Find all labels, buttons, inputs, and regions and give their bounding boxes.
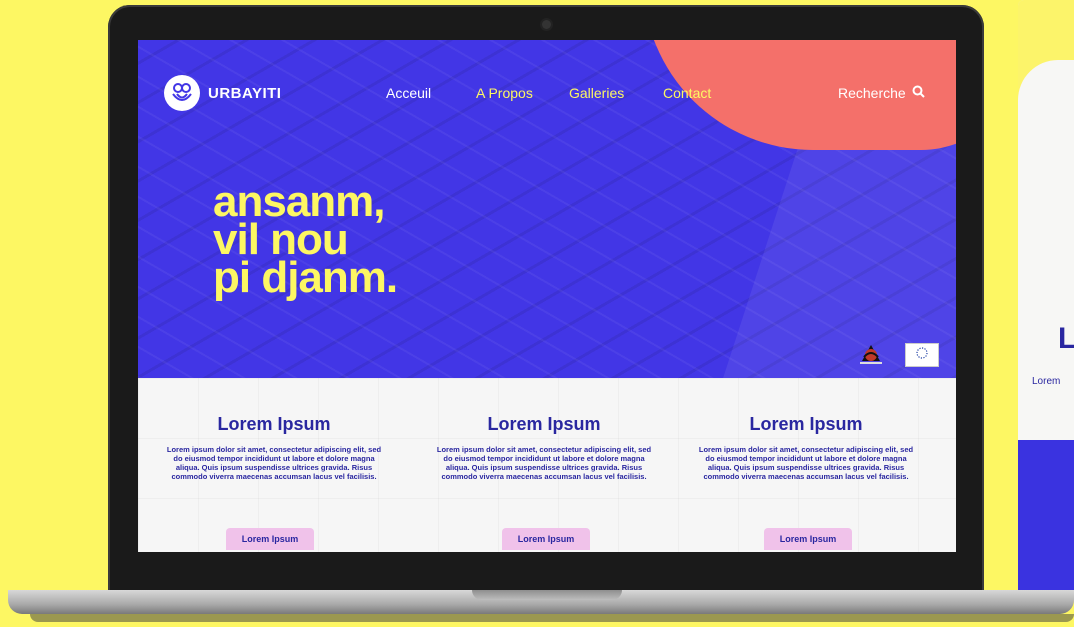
haiti-emblem-icon	[854, 343, 888, 367]
feature-button-2[interactable]: Lorem Ipsum	[502, 528, 590, 550]
feature-title-3: Lorem Ipsum	[749, 414, 863, 434]
laptop-shadow	[30, 614, 1074, 622]
feature-column-2: Lorem Ipsum Lorem ipsum dolor sit amet, …	[434, 378, 654, 550]
laptop-notch	[472, 590, 622, 600]
search-label: Recherche	[838, 85, 906, 101]
search-icon	[912, 85, 925, 101]
content-section: Lorem Ipsum Lorem ipsum dolor sit amet, …	[138, 378, 956, 552]
headline-line-3: pi djanm.	[213, 253, 398, 302]
coral-blob-tail	[818, 100, 956, 140]
hero-headline: ansanm, vil nou pi djanm.	[213, 180, 398, 302]
laptop-screen: URBAYITI Acceuil A Propos Galleries Cont…	[138, 40, 956, 552]
feature-column-3: Lorem Ipsum Lorem ipsum dolor sit amet, …	[696, 378, 916, 550]
search-button[interactable]: Recherche	[838, 85, 925, 101]
feature-text-1: Lorem ipsum dolor sit amet, consectetur …	[166, 445, 382, 481]
eu-flag-icon	[905, 343, 939, 367]
main-nav: Acceuil A Propos Galleries Contact	[138, 85, 956, 105]
nav-item-a-propos[interactable]: A Propos	[476, 85, 533, 101]
hero-section: URBAYITI Acceuil A Propos Galleries Cont…	[138, 40, 956, 378]
peek-blue-band	[1018, 440, 1074, 600]
nav-item-contact[interactable]: Contact	[663, 85, 711, 101]
peek-title: L	[1058, 322, 1074, 355]
nav-item-galleries[interactable]: Galleries	[569, 85, 624, 101]
nav-item-acceuil[interactable]: Acceuil	[386, 85, 431, 101]
feature-title-2: Lorem Ipsum	[487, 414, 601, 434]
feature-column-1: Lorem Ipsum Lorem ipsum dolor sit amet, …	[164, 378, 384, 550]
feature-text-2: Lorem ipsum dolor sit amet, consectetur …	[436, 445, 652, 481]
feature-button-1[interactable]: Lorem Ipsum	[226, 528, 314, 550]
second-mockup-peek: L Lorem	[1018, 0, 1074, 600]
camera-icon	[542, 20, 551, 29]
feature-button-3[interactable]: Lorem Ipsum	[764, 528, 852, 550]
feature-text-3: Lorem ipsum dolor sit amet, consectetur …	[698, 445, 914, 481]
peek-text: Lorem	[1032, 376, 1061, 387]
feature-title-1: Lorem Ipsum	[217, 414, 331, 434]
